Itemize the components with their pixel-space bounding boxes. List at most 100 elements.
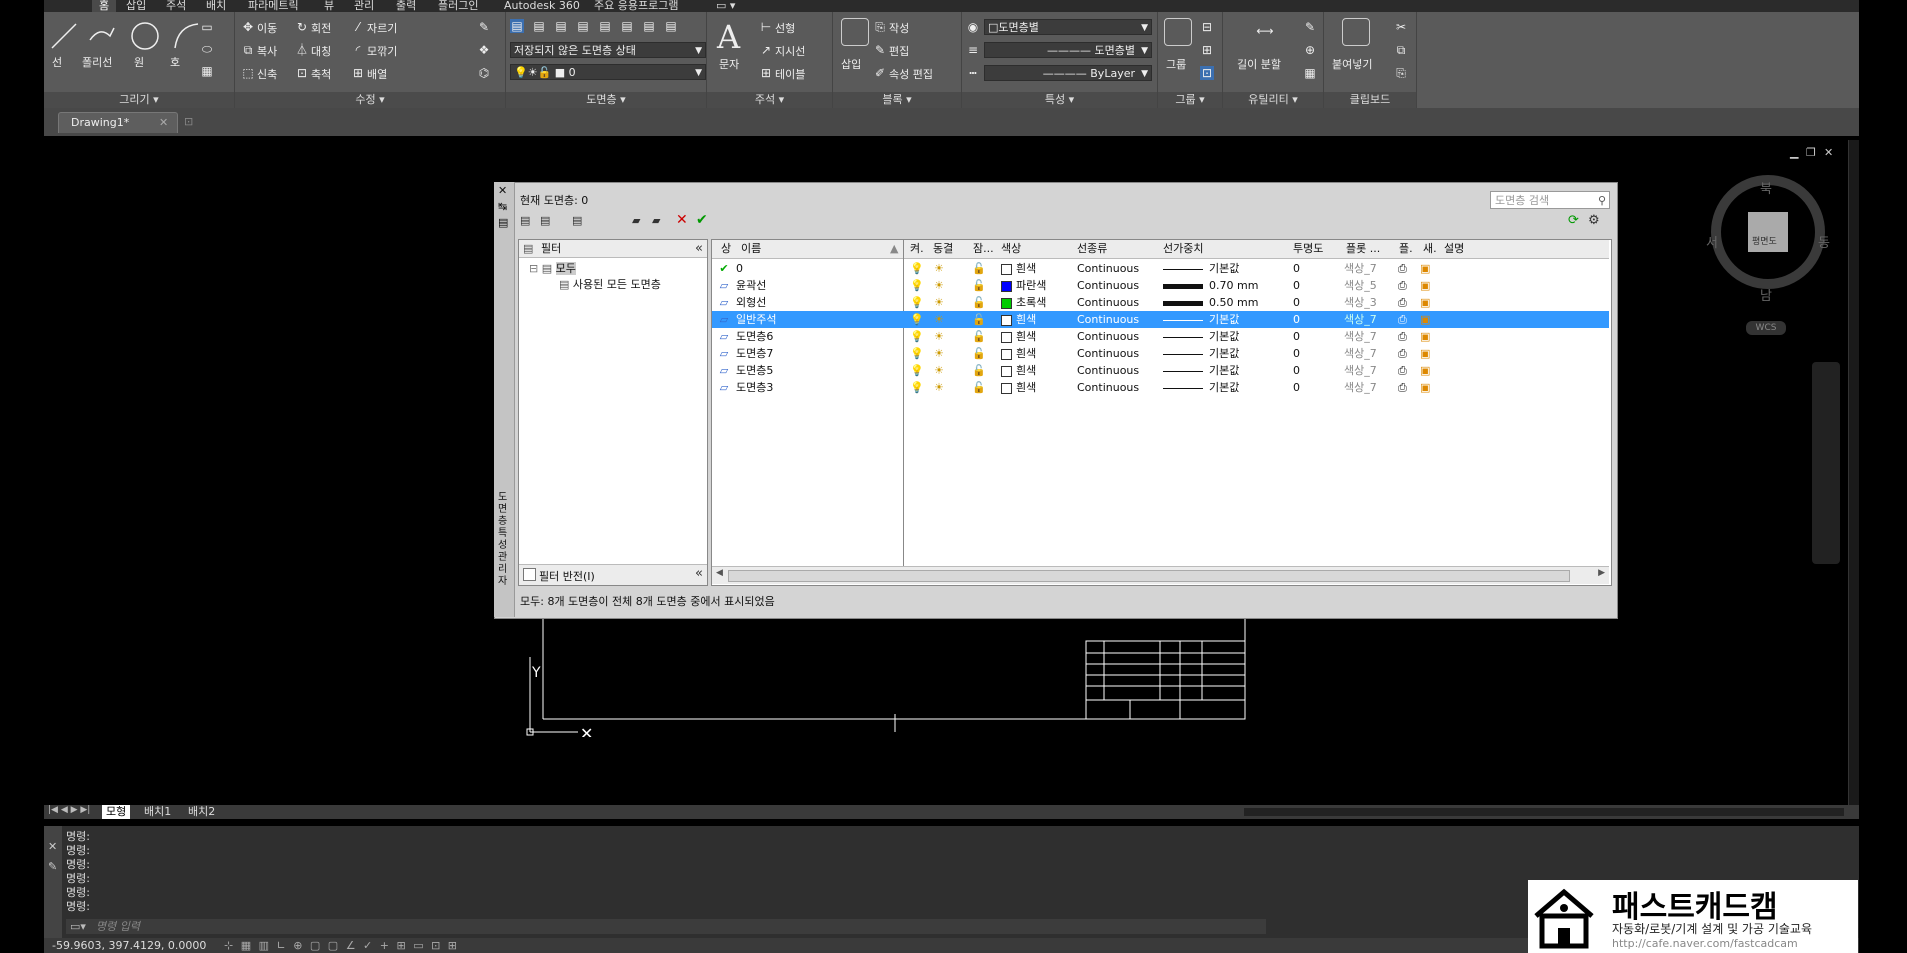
unlock-icon[interactable]: 🔓 — [972, 379, 986, 396]
panel-groups-title[interactable]: 그룹 ▾ — [1158, 92, 1222, 108]
layer-transparency[interactable]: 0 — [1293, 379, 1300, 396]
lightbulb-icon[interactable]: 💡 — [910, 311, 924, 328]
new-tab-icon[interactable]: ⊡ — [184, 115, 193, 128]
layer-color[interactable]: 흰색 — [1001, 328, 1036, 345]
text-button[interactable]: 문자 — [719, 56, 739, 72]
mirror-button[interactable]: 대칭 — [311, 43, 331, 59]
panel-clipboard-title[interactable]: 클립보드 — [1324, 92, 1416, 108]
menu-tab-plugins[interactable]: 플러그인 — [438, 0, 478, 12]
ellipse-icon[interactable]: ⬭ — [200, 42, 214, 56]
layer-plot-style[interactable]: 색상_7 — [1344, 345, 1377, 362]
layer-lineweight[interactable]: 기본값 — [1163, 311, 1239, 328]
layer-states-manager-icon[interactable]: ▤ — [572, 214, 582, 227]
layer-name[interactable]: 도면층7 — [736, 345, 773, 362]
wcs-menu[interactable]: WCS — [1746, 321, 1786, 335]
layer-linetype[interactable]: Continuous — [1077, 260, 1139, 277]
array-button[interactable]: 배열 — [367, 66, 387, 82]
printer-icon[interactable]: ⎙ — [1398, 260, 1407, 277]
linetype-combo[interactable]: ———— 도면층별 ▼ — [984, 42, 1152, 58]
layout-tab-model[interactable]: 모형 — [102, 805, 131, 819]
unlock-icon[interactable]: 🔓 — [972, 328, 986, 345]
col-linetype[interactable]: 선종류 — [1077, 240, 1107, 258]
group-button[interactable]: 그룹 — [1166, 56, 1186, 72]
draw-polyline-button[interactable]: 폴리선 — [82, 54, 112, 70]
printer-icon[interactable]: ⎙ — [1398, 311, 1407, 328]
lightbulb-icon[interactable]: 💡 — [910, 345, 924, 362]
layer-name[interactable]: 도면층3 — [736, 379, 773, 396]
restore-icon[interactable]: ❐ — [1806, 146, 1816, 159]
layer-transparency[interactable]: 0 — [1293, 345, 1300, 362]
layer-row[interactable]: ▱ 일반주석 💡 ☀ 🔓 흰색 Continuous 기본값 0 색상_7 ⎙ ▣ — [712, 311, 1609, 328]
new-vp-freeze-icon[interactable]: ▣ — [1420, 345, 1430, 362]
explode-icon[interactable]: ❖ — [477, 43, 491, 57]
layer-transparency[interactable]: 0 — [1293, 362, 1300, 379]
draw-arc-button[interactable]: 호 — [170, 54, 180, 70]
layer-row[interactable]: ▱ 도면층6 💡 ☀ 🔓 흰색 Continuous 기본값 0 색상_7 ⎙ ▣ — [712, 328, 1609, 345]
col-status[interactable]: 상 — [721, 240, 731, 258]
col-description[interactable]: 설명 — [1444, 240, 1464, 258]
calculator-icon[interactable]: ▦ — [1303, 66, 1317, 80]
new-group-filter-icon[interactable]: ▤ — [540, 214, 550, 227]
lightbulb-icon[interactable]: 💡 — [910, 379, 924, 396]
col-freeze[interactable]: 동결 — [933, 240, 953, 258]
layer-previous-icon[interactable]: ▤ — [554, 19, 568, 33]
viewcube-north[interactable]: 북 — [1760, 178, 1772, 197]
close-icon[interactable]: ✕ — [48, 840, 57, 853]
coordinates-readout[interactable]: -59.9603, 397.4129, 0.0000 — [52, 938, 206, 953]
layer-state-combo[interactable]: 저장되지 않은 도면층 상태 ▼ — [510, 42, 706, 58]
layer-properties-icon[interactable]: ▤ — [510, 19, 524, 33]
create-block-button[interactable]: 작성 — [889, 20, 909, 36]
group-icon[interactable] — [1164, 18, 1192, 46]
lineweight-combo[interactable]: ———— ByLayer ▼ — [984, 65, 1152, 81]
sun-icon[interactable]: ☀ — [934, 345, 944, 362]
group-select-icon[interactable]: ⊡ — [1200, 66, 1214, 80]
sun-icon[interactable]: ☀ — [934, 311, 944, 328]
layer-linetype[interactable]: Continuous — [1077, 379, 1139, 396]
layer-lineweight[interactable]: 기본값 — [1163, 328, 1239, 345]
unlock-icon[interactable]: 🔓 — [972, 277, 986, 294]
linear-dim-button[interactable]: 선형 — [775, 20, 795, 36]
new-vp-freeze-icon[interactable]: ▣ — [1420, 379, 1430, 396]
command-input[interactable]: ▭▾ 명령 입력 — [66, 919, 1266, 934]
layer-name[interactable]: 도면층5 — [736, 362, 773, 379]
new-vp-freeze-icon[interactable]: ▣ — [1420, 362, 1430, 379]
vertical-scrollbar[interactable] — [1848, 140, 1859, 805]
filter-tree-all[interactable]: ⊟ ▤ 모두 — [529, 260, 576, 276]
unlock-icon[interactable]: 🔓 — [972, 311, 986, 328]
rotate-button[interactable]: 회전 — [311, 20, 331, 36]
layer-color[interactable]: 흰색 — [1001, 379, 1036, 396]
layer-name[interactable]: 윤곽선 — [736, 277, 766, 294]
erase-icon[interactable]: ✎ — [477, 20, 491, 34]
printer-icon[interactable]: ⎙ — [1398, 328, 1407, 345]
unlock-icon[interactable]: 🔓 — [972, 260, 986, 277]
unlock-icon[interactable]: 🔓 — [972, 294, 986, 311]
viewcube-face[interactable]: 평면도 — [1752, 234, 1777, 247]
layer-linetype[interactable]: Continuous — [1077, 311, 1139, 328]
layer-linetype[interactable]: Continuous — [1077, 362, 1139, 379]
tree-expand-icon[interactable]: ⊟ — [529, 262, 538, 275]
col-lineweight[interactable]: 선가중치 — [1163, 240, 1203, 258]
layer-name[interactable]: 외형선 — [736, 294, 766, 311]
scrollbar-thumb[interactable] — [728, 570, 1570, 582]
settings-icon[interactable]: ⚙ — [1588, 213, 1600, 228]
cut-icon[interactable]: ✂ — [1394, 20, 1408, 34]
sun-icon[interactable]: ☀ — [934, 362, 944, 379]
layer-transparency[interactable]: 0 — [1293, 277, 1300, 294]
layer-color[interactable]: 파란색 — [1001, 277, 1046, 294]
ungroup-icon[interactable]: ⊟ — [1200, 20, 1214, 34]
layer-row[interactable]: ▱ 도면층5 💡 ☀ 🔓 흰색 Continuous 기본값 0 색상_7 ⎙ ▣ — [712, 362, 1609, 379]
layer-lineweight[interactable]: 기본값 — [1163, 379, 1239, 396]
layer-plot-style[interactable]: 색상_7 — [1344, 328, 1377, 345]
color-combo[interactable]: □도면층별 ▼ — [984, 19, 1152, 35]
drawing-canvas[interactable]: Y ✕ — [520, 617, 1250, 737]
stretch-button[interactable]: 신축 — [257, 66, 277, 82]
match-properties-icon[interactable]: ⎘ — [1394, 66, 1408, 80]
new-vp-freeze-icon[interactable]: ▣ — [1420, 328, 1430, 345]
move-button[interactable]: 이동 — [257, 20, 277, 36]
layer-linetype[interactable]: Continuous — [1077, 345, 1139, 362]
id-point-icon[interactable]: ⊕ — [1303, 43, 1317, 57]
col-color[interactable]: 색상 — [1001, 240, 1021, 258]
new-vp-freeze-icon[interactable]: ▣ — [1420, 260, 1430, 277]
panel-properties-title[interactable]: 특성 ▾ — [962, 92, 1157, 108]
collapse-pane-icon[interactable]: « — [695, 566, 703, 581]
